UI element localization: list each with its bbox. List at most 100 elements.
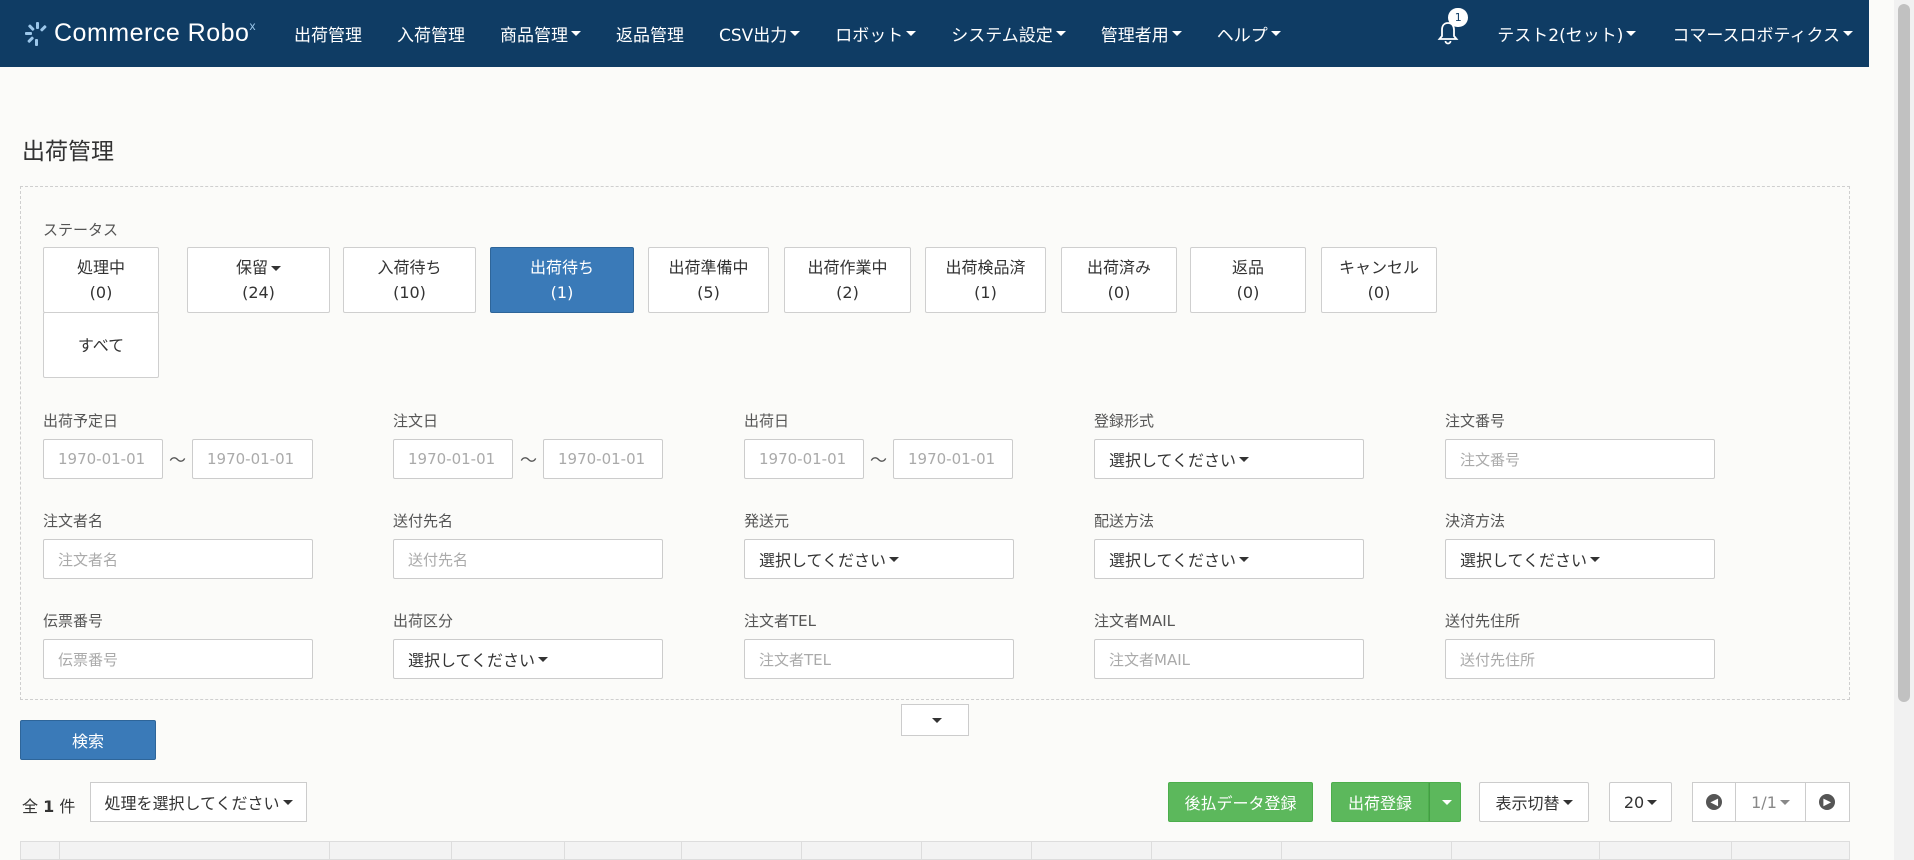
prev-page-button[interactable]: ◀ (1693, 783, 1737, 821)
status-filter-count: (2) (836, 283, 859, 302)
orderer-tel-input[interactable]: 注文者TEL (744, 639, 1014, 679)
chevron-down-icon (1441, 799, 1452, 805)
order-date-from[interactable]: 1970-01-01 (393, 439, 513, 479)
search-button[interactable]: 検索 (20, 720, 156, 760)
range-separator: 〜 (870, 451, 887, 471)
slip-number-label: 伝票番号 (43, 612, 104, 630)
table-column-divider (564, 842, 565, 860)
chevron-down-icon (906, 31, 917, 36)
page-select[interactable]: 1/1 (1736, 783, 1806, 821)
vertical-scrollbar[interactable] (1894, 0, 1914, 860)
filter-panel: ステータス 処理中 (0) 保留 (24) 入荷待ち (10) 出荷待ち (1) 出荷準備中 (5… (20, 186, 1850, 700)
table-column-divider (921, 842, 922, 860)
scrollbar-thumb[interactable] (1898, 4, 1910, 702)
orderer-tel-label: 注文者TEL (744, 612, 816, 630)
chevron-down-icon (570, 31, 581, 36)
nav-item-shipping[interactable]: 出荷管理 (294, 21, 362, 46)
status-filter-processing[interactable]: 処理中 (0) (43, 247, 159, 313)
notification-bell[interactable]: 1 (1437, 7, 1469, 47)
chevron-down-icon (1779, 799, 1790, 805)
results-table-header (20, 841, 1850, 860)
payment-method-label: 決済方法 (1445, 512, 1506, 530)
top-navbar: Commerce Robox 出荷管理 入荷管理 商品管理 返品管理 CSV出力 ロボット… (0, 0, 1869, 67)
chevron-down-icon (282, 799, 293, 805)
status-filter-shipped[interactable]: 出荷済み (0) (1061, 247, 1177, 313)
bulk-action-select[interactable]: 処理を選択してください (90, 782, 307, 822)
delivery-method-label: 配送方法 (1094, 512, 1155, 530)
ship-register-button[interactable]: 出荷登録 (1331, 782, 1429, 822)
order-date-to[interactable]: 1970-01-01 (543, 439, 663, 479)
ship-date-to[interactable]: 1970-01-01 (893, 439, 1013, 479)
ship-category-select[interactable]: 選択してください (393, 639, 663, 679)
status-filter-awaiting-shipment[interactable]: 出荷待ち (1) (490, 247, 634, 313)
page-size-select[interactable]: 20 (1609, 782, 1672, 822)
nav-item-receiving[interactable]: 入荷管理 (397, 21, 465, 46)
recipient-address-input[interactable]: 送付先住所 (1445, 639, 1715, 679)
recipient-address-label: 送付先住所 (1445, 612, 1521, 630)
status-filter-label: 返品 (1231, 258, 1264, 277)
status-filter-label: 出荷検品済 (945, 258, 1026, 277)
display-toggle-button[interactable]: 表示切替 (1479, 782, 1589, 822)
nav-item-robot[interactable]: ロボット (835, 21, 917, 46)
logo-text: Commerce Robox (54, 19, 256, 47)
chevron-down-icon (931, 717, 942, 723)
orderer-mail-label: 注文者MAIL (1094, 612, 1175, 630)
logo[interactable]: Commerce Robox (24, 0, 256, 67)
order-number-input[interactable]: 注文番号 (1445, 439, 1715, 479)
status-filter-preparing[interactable]: 出荷準備中 (5) (648, 247, 769, 313)
ship-category-label: 出荷区分 (393, 612, 454, 630)
next-page-button[interactable]: ▶ (1806, 783, 1849, 821)
delivery-method-select[interactable]: 選択してください (1094, 539, 1364, 579)
status-filter-cancelled[interactable]: キャンセル (0) (1321, 247, 1437, 313)
chevron-down-icon (1562, 799, 1573, 805)
status-filter-count: (24) (242, 283, 275, 302)
status-filter-inspected[interactable]: 出荷検品済 (1) (925, 247, 1046, 313)
status-filter-in-progress[interactable]: 出荷作業中 (2) (784, 247, 911, 313)
payment-method-select[interactable]: 選択してください (1445, 539, 1715, 579)
expand-filters-button[interactable] (901, 704, 969, 736)
deferred-payment-register-button[interactable]: 後払データ登録 (1168, 782, 1313, 822)
orderer-mail-input[interactable]: 注文者MAIL (1094, 639, 1364, 679)
main-menu: 出荷管理 入荷管理 商品管理 返品管理 CSV出力 ロボット システム設定 管理者用 ヘルプ (294, 0, 1316, 67)
ship-plan-date-to[interactable]: 1970-01-01 (192, 439, 313, 479)
status-filter-count: (0) (1107, 283, 1131, 302)
logo-icon (25, 21, 47, 46)
recipient-name-label: 送付先名 (393, 512, 454, 530)
nav-item-admin[interactable]: 管理者用 (1101, 21, 1182, 46)
status-filter-all[interactable]: すべて (43, 312, 159, 378)
nav-item-label: ヘルプ (1216, 26, 1268, 46)
status-filter-label: 出荷準備中 (668, 258, 749, 277)
status-filter-label: 処理中 (76, 258, 125, 277)
status-filter-returned[interactable]: 返品 (0) (1190, 247, 1306, 313)
pagination: ◀ 1/1 ▶ (1692, 782, 1850, 822)
sender-select[interactable]: 選択してください (744, 539, 1014, 579)
status-filter-awaiting-receipt[interactable]: 入荷待ち (10) (343, 247, 476, 313)
status-filter-count: (5) (697, 283, 720, 302)
nav-item-returns[interactable]: 返品管理 (616, 21, 684, 46)
table-column-divider (1281, 842, 1282, 860)
result-total: 全 1 件 (22, 797, 76, 816)
company-menu[interactable]: コマースロボティクス (1672, 21, 1853, 46)
nav-item-csv-export[interactable]: CSV出力 (719, 21, 801, 46)
user-menu[interactable]: テスト2(セット) (1497, 21, 1637, 46)
nav-item-system-settings[interactable]: システム設定 (951, 21, 1066, 46)
ship-register-dropdown[interactable] (1429, 782, 1461, 822)
orderer-name-label: 注文者名 (43, 512, 104, 530)
status-filter-count: (0) (1236, 283, 1260, 302)
nav-item-products[interactable]: 商品管理 (500, 21, 581, 46)
slip-number-input[interactable]: 伝票番号 (43, 639, 313, 679)
nav-item-label: 管理者用 (1100, 26, 1169, 46)
chevron-down-icon (1626, 31, 1637, 36)
nav-item-help[interactable]: ヘルプ (1217, 21, 1281, 46)
chevron-down-icon (1055, 31, 1066, 36)
table-column-divider (1451, 842, 1452, 860)
notification-badge: 1 (1448, 7, 1469, 27)
status-filter-label: 出荷作業中 (807, 258, 888, 277)
ship-date-from[interactable]: 1970-01-01 (744, 439, 864, 479)
recipient-name-input[interactable]: 送付先名 (393, 539, 663, 579)
ship-plan-date-from[interactable]: 1970-01-01 (43, 439, 163, 479)
nav-item-label: ロボット (835, 26, 904, 46)
status-filter-on-hold[interactable]: 保留 (24) (187, 247, 330, 313)
orderer-name-input[interactable]: 注文者名 (43, 539, 313, 579)
register-type-select[interactable]: 選択してください (1094, 439, 1364, 479)
